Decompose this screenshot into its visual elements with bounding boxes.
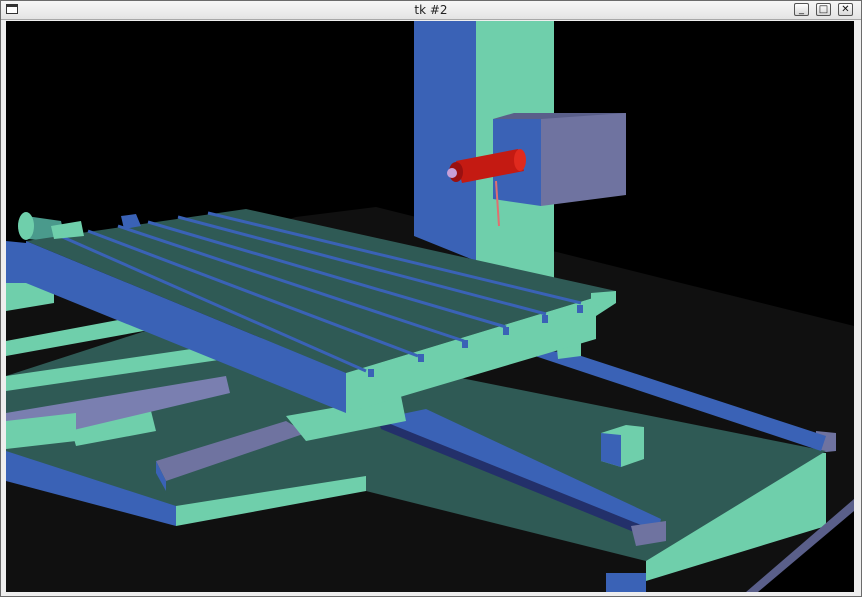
tool-tip <box>447 168 457 178</box>
window-title: tk #2 <box>414 3 448 17</box>
column-front <box>414 21 476 261</box>
slot-notch-5 <box>542 315 548 323</box>
machine-scene <box>6 21 854 592</box>
slot-notch-1 <box>368 369 374 377</box>
app-window: tk #2 _ □ ✕ <box>0 0 862 597</box>
close-button[interactable]: ✕ <box>838 3 853 16</box>
slot-notch-6 <box>577 305 583 313</box>
slot-notch-2 <box>418 354 424 362</box>
head-side <box>541 113 626 206</box>
slot-notch-3 <box>462 340 468 348</box>
3d-viewport[interactable] <box>6 21 854 592</box>
base-front-foot <box>606 573 646 592</box>
spindle-end <box>514 149 526 171</box>
slot-notch-4 <box>503 327 509 335</box>
motor-cap <box>18 212 34 240</box>
minimize-button[interactable]: _ <box>794 3 809 16</box>
maximize-button[interactable]: □ <box>816 3 831 16</box>
title-bar[interactable]: tk #2 _ □ ✕ <box>1 1 861 20</box>
stop-block-face <box>601 433 621 467</box>
